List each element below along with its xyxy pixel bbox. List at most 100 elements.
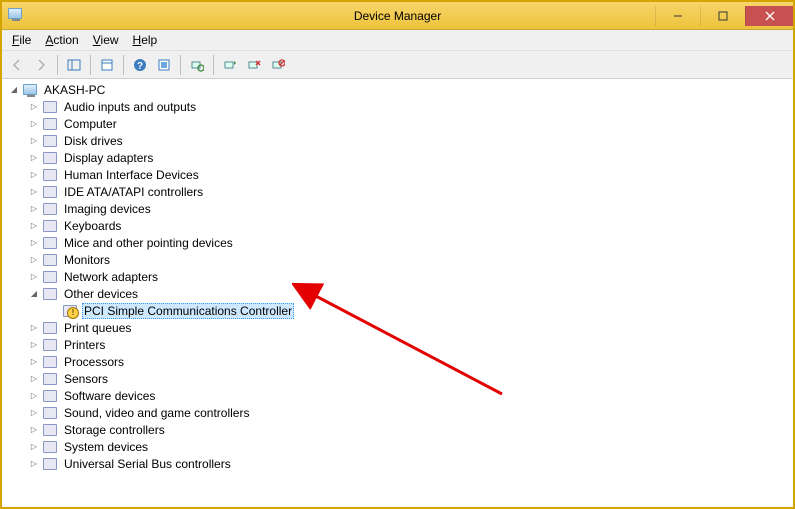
collapse-icon[interactable]: ◢ xyxy=(8,84,20,96)
expand-icon[interactable]: ▷ xyxy=(28,424,40,436)
collapse-icon[interactable]: ◢ xyxy=(28,288,40,300)
toolbar-separator xyxy=(123,55,124,75)
tree-node-label: Display adapters xyxy=(62,151,155,165)
tree-category-node[interactable]: ▷Computer xyxy=(2,115,793,132)
device-category-icon xyxy=(42,405,58,421)
device-category-icon xyxy=(42,269,58,285)
expand-icon[interactable]: ▷ xyxy=(28,407,40,419)
tree-category-node[interactable]: ▷ Network adapters xyxy=(2,268,793,285)
expand-icon[interactable]: ▷ xyxy=(28,271,40,283)
expand-icon[interactable]: ▷ xyxy=(28,152,40,164)
tree-category-node[interactable]: ▷ Universal Serial Bus controllers xyxy=(2,455,793,472)
tree-node-label: Audio inputs and outputs xyxy=(62,100,198,114)
expand-icon[interactable]: ▷ xyxy=(28,339,40,351)
device-tree[interactable]: ◢AKASH-PC▷Audio inputs and outputs▷Compu… xyxy=(2,79,793,507)
back-button[interactable] xyxy=(6,54,28,76)
tree-category-node[interactable]: ▷ Monitors xyxy=(2,251,793,268)
device-category-icon xyxy=(42,150,58,166)
device-category-icon xyxy=(42,320,58,336)
tree-category-node[interactable]: ▷IDE ATA/ATAPI controllers xyxy=(2,183,793,200)
scan-hardware-button[interactable] xyxy=(186,54,208,76)
properties-button[interactable] xyxy=(96,54,118,76)
tree-node-label: Printers xyxy=(62,338,107,352)
tree-node-label: Other devices xyxy=(62,287,140,301)
disable-button[interactable] xyxy=(267,54,289,76)
expand-icon[interactable]: ▷ xyxy=(28,322,40,334)
menu-view[interactable]: View xyxy=(87,31,125,49)
tree-category-node[interactable]: ▷System devices xyxy=(2,438,793,455)
expand-icon[interactable]: ▷ xyxy=(28,169,40,181)
expand-icon[interactable]: ▷ xyxy=(28,237,40,249)
tree-category-node[interactable]: ▷ Audio inputs and outputs xyxy=(2,98,793,115)
expand-icon[interactable]: ▷ xyxy=(28,373,40,385)
menu-help[interactable]: Help xyxy=(127,31,164,49)
tree-category-node[interactable]: ▷ Display adapters xyxy=(2,149,793,166)
device-category-icon xyxy=(42,286,58,302)
tree-category-node[interactable]: ▷ Software devices xyxy=(2,387,793,404)
expand-icon[interactable]: ▷ xyxy=(28,135,40,147)
device-category-icon xyxy=(42,439,58,455)
tree-node-label: Imaging devices xyxy=(62,202,153,216)
tree-category-node[interactable]: ◢ Other devices xyxy=(2,285,793,302)
expand-icon[interactable]: ▷ xyxy=(28,254,40,266)
expand-icon[interactable]: ▷ xyxy=(28,203,40,215)
device-category-icon xyxy=(42,218,58,234)
device-category-icon xyxy=(42,354,58,370)
expand-icon[interactable]: ▷ xyxy=(28,186,40,198)
tree-device-node[interactable]: PCI Simple Communications Controller xyxy=(2,302,793,319)
device-category-icon xyxy=(22,82,38,98)
forward-button[interactable] xyxy=(30,54,52,76)
tree-node-label: Universal Serial Bus controllers xyxy=(62,457,233,471)
device-category-icon xyxy=(42,456,58,472)
menu-file[interactable]: File xyxy=(6,31,37,49)
tree-category-node[interactable]: ▷ Processors xyxy=(2,353,793,370)
help-button[interactable]: ? xyxy=(129,54,151,76)
expand-icon[interactable]: ▷ xyxy=(28,390,40,402)
device-category-icon xyxy=(42,371,58,387)
update-driver-button[interactable] xyxy=(219,54,241,76)
tree-node-label: Monitors xyxy=(62,253,112,267)
tree-node-label: PCI Simple Communications Controller xyxy=(82,303,294,319)
toolbar-separator xyxy=(57,55,58,75)
tree-node-label: Storage controllers xyxy=(62,423,167,437)
app-icon xyxy=(8,8,24,24)
titlebar: Device Manager xyxy=(2,2,793,30)
refresh-button[interactable] xyxy=(153,54,175,76)
tree-category-node[interactable]: ▷Sensors xyxy=(2,370,793,387)
tree-category-node[interactable]: ▷ Imaging devices xyxy=(2,200,793,217)
minimize-button[interactable] xyxy=(655,6,700,26)
expand-icon[interactable]: ▷ xyxy=(28,220,40,232)
uninstall-button[interactable] xyxy=(243,54,265,76)
tree-category-node[interactable]: ▷Human Interface Devices xyxy=(2,166,793,183)
tree-node-label: Mice and other pointing devices xyxy=(62,236,235,250)
device-category-icon xyxy=(42,116,58,132)
expand-icon[interactable]: ▷ xyxy=(28,458,40,470)
toolbar-separator xyxy=(213,55,214,75)
maximize-button[interactable] xyxy=(700,6,745,26)
tree-node-label: Print queues xyxy=(62,321,133,335)
device-category-icon xyxy=(42,337,58,353)
tree-node-label: Processors xyxy=(62,355,126,369)
expand-icon[interactable]: ▷ xyxy=(28,118,40,130)
tree-category-node[interactable]: ▷ Print queues xyxy=(2,319,793,336)
tree-root-node[interactable]: ◢ AKASH-PC xyxy=(2,81,793,98)
tree-category-node[interactable]: ▷Disk drives xyxy=(2,132,793,149)
device-category-icon xyxy=(42,167,58,183)
svg-text:?: ? xyxy=(137,61,143,72)
menu-action[interactable]: Action xyxy=(39,31,84,49)
tree-category-node[interactable]: ▷Keyboards xyxy=(2,217,793,234)
tree-category-node[interactable]: ▷ Mice and other pointing devices xyxy=(2,234,793,251)
tree-category-node[interactable]: ▷ Printers xyxy=(2,336,793,353)
expand-icon[interactable]: ▷ xyxy=(28,101,40,113)
tree-category-node[interactable]: ▷Sound, video and game controllers xyxy=(2,404,793,421)
expand-icon[interactable]: ▷ xyxy=(28,441,40,453)
expand-icon[interactable]: ▷ xyxy=(28,356,40,368)
close-button[interactable] xyxy=(745,6,793,26)
tree-node-label: Software devices xyxy=(62,389,157,403)
tree-node-label: AKASH-PC xyxy=(42,83,107,97)
tree-category-node[interactable]: ▷ Storage controllers xyxy=(2,421,793,438)
toolbar-separator xyxy=(180,55,181,75)
device-category-icon xyxy=(42,388,58,404)
tree-node-label: Network adapters xyxy=(62,270,160,284)
show-hide-tree-button[interactable] xyxy=(63,54,85,76)
